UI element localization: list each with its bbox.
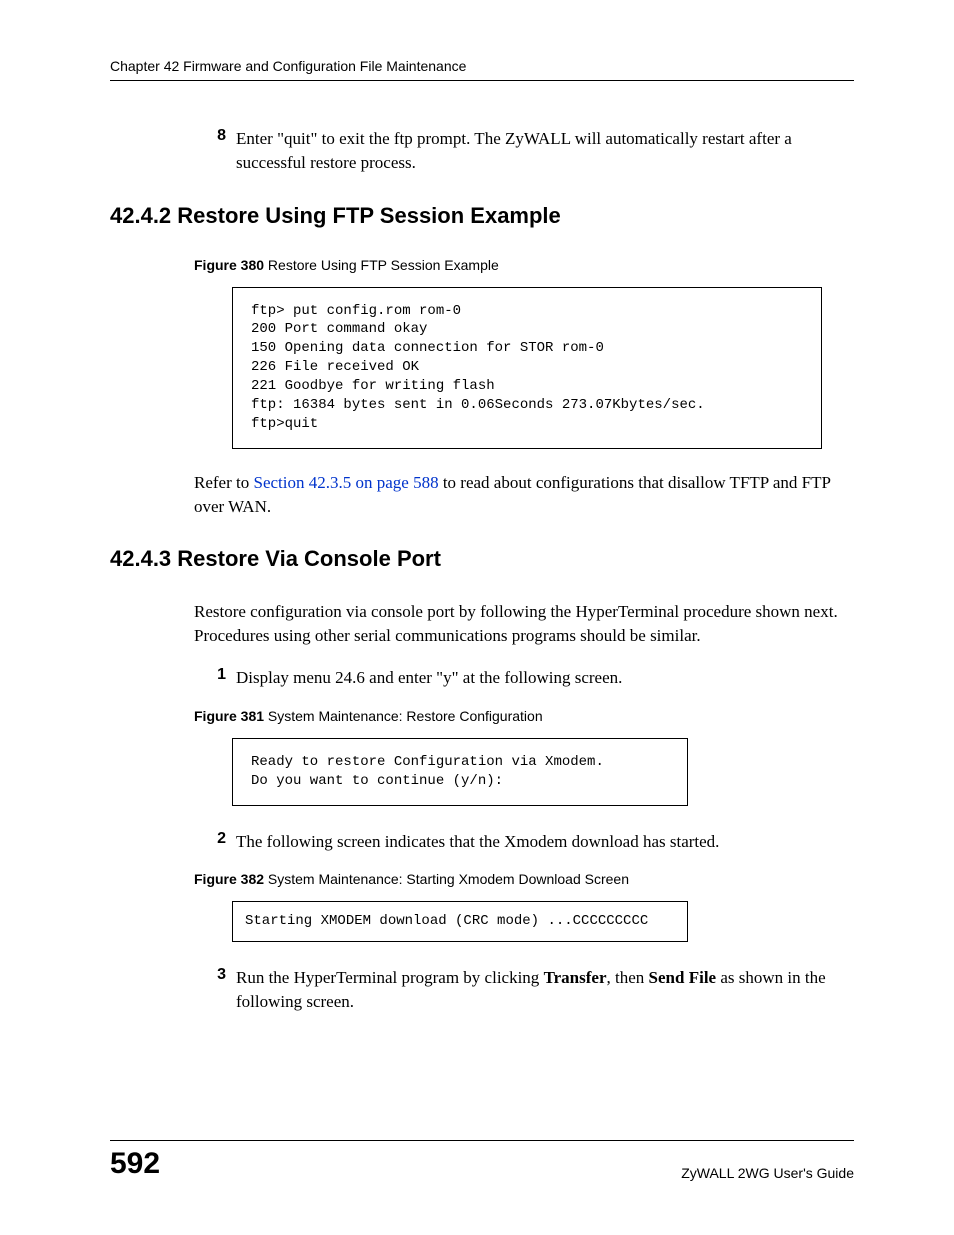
figure-382-label: Figure 382 System Maintenance: Starting … xyxy=(194,871,854,887)
page-number: 592 xyxy=(110,1147,160,1181)
figure-number: Figure 381 xyxy=(194,708,264,724)
step-number: 8 xyxy=(200,127,226,145)
page-footer: 592 ZyWALL 2WG User's Guide xyxy=(110,1140,854,1181)
step-number: 3 xyxy=(200,966,226,984)
section-intro: Restore configuration via console port b… xyxy=(194,600,854,648)
section-heading-4243: 42.4.3 Restore Via Console Port xyxy=(110,546,854,572)
step-text: The following screen indicates that the … xyxy=(236,830,719,854)
step3-bold2: Send File xyxy=(649,968,717,987)
chapter-header: Chapter 42 Firmware and Configuration Fi… xyxy=(110,58,854,81)
step-1: 1 Display menu 24.6 and enter "y" at the… xyxy=(200,666,854,690)
step-text: Run the HyperTerminal program by clickin… xyxy=(236,966,854,1014)
step3-mid: , then xyxy=(607,968,649,987)
step-8: 8 Enter "quit" to exit the ftp prompt. T… xyxy=(200,127,854,175)
section-link[interactable]: Section 42.3.5 on page 588 xyxy=(253,473,438,492)
step-number: 2 xyxy=(200,830,226,848)
figure-caption: System Maintenance: Starting Xmodem Down… xyxy=(264,871,629,887)
figure-caption: System Maintenance: Restore Configuratio… xyxy=(264,708,543,724)
figure-380-code: ftp> put config.rom rom-0 200 Port comma… xyxy=(232,287,822,449)
figure-number: Figure 382 xyxy=(194,871,264,887)
figure-381-code: Ready to restore Configuration via Xmode… xyxy=(232,738,688,806)
step-text: Display menu 24.6 and enter "y" at the f… xyxy=(236,666,622,690)
main-content: 8 Enter "quit" to exit the ftp prompt. T… xyxy=(110,81,854,1014)
guide-title: ZyWALL 2WG User's Guide xyxy=(681,1165,854,1181)
figure-382-code: Starting XMODEM download (CRC mode) ...C… xyxy=(232,901,688,942)
figure-caption: Restore Using FTP Session Example xyxy=(264,257,499,273)
figure-381-label: Figure 381 System Maintenance: Restore C… xyxy=(194,708,854,724)
step-3: 3 Run the HyperTerminal program by click… xyxy=(200,966,854,1014)
refer-paragraph: Refer to Section 42.3.5 on page 588 to r… xyxy=(194,471,854,519)
section-heading-4242: 42.4.2 Restore Using FTP Session Example xyxy=(110,203,854,229)
step3-pre: Run the HyperTerminal program by clickin… xyxy=(236,968,544,987)
refer-prefix: Refer to xyxy=(194,473,253,492)
figure-number: Figure 380 xyxy=(194,257,264,273)
step-text: Enter "quit" to exit the ftp prompt. The… xyxy=(236,127,854,175)
step-number: 1 xyxy=(200,666,226,684)
step-2: 2 The following screen indicates that th… xyxy=(200,830,854,854)
step3-bold1: Transfer xyxy=(544,968,607,987)
figure-380-label: Figure 380 Restore Using FTP Session Exa… xyxy=(194,257,854,273)
